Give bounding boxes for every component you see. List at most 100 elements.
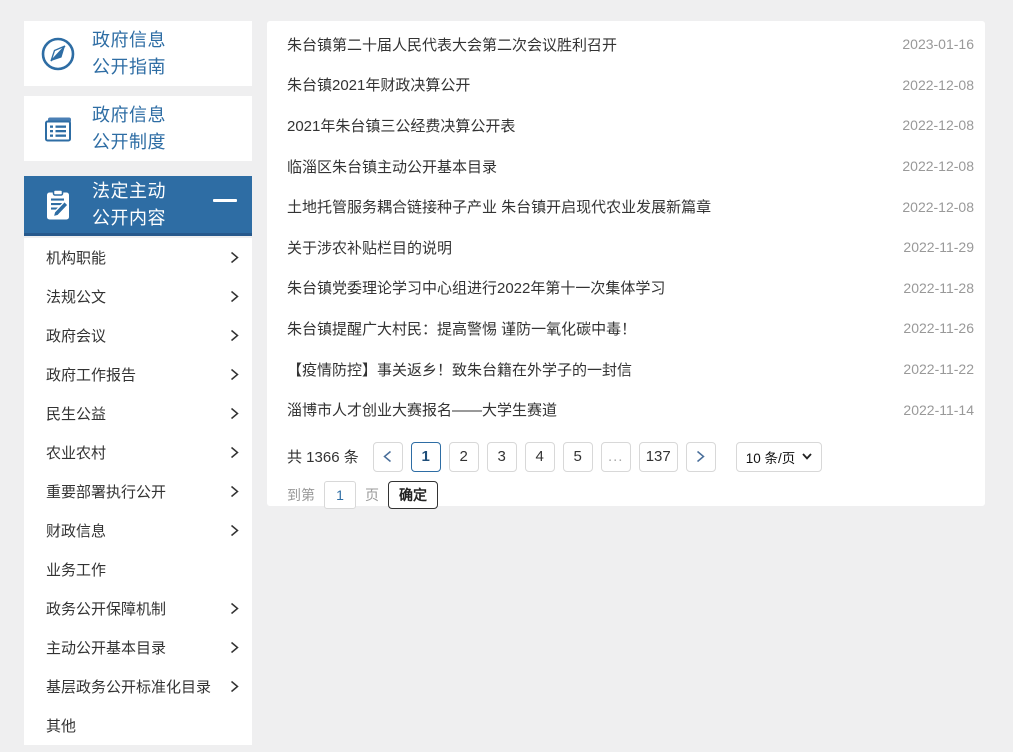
- article-title[interactable]: 临淄区朱台镇主动公开基本目录: [287, 156, 497, 177]
- chevron-right-icon: [230, 446, 239, 459]
- chevron-right-icon: [230, 680, 239, 693]
- sidebar-menu: 机构职能 法规公文 政府会议 政府工作报告 民生公益 农业农村: [24, 238, 252, 745]
- article-row[interactable]: 朱台镇2021年财政决算公开 2022-12-08: [267, 65, 985, 106]
- article-date: 2022-11-22: [903, 361, 974, 377]
- menu-item-label: 业务工作: [46, 559, 106, 580]
- sidebar-item-regulations-documents[interactable]: 法规公文: [24, 277, 252, 316]
- article-date: 2022-11-28: [903, 280, 974, 296]
- page-button-137[interactable]: 137: [639, 442, 678, 472]
- menu-item-label: 政府工作报告: [46, 364, 136, 385]
- article-date: 2023-01-16: [902, 36, 974, 52]
- article-row[interactable]: 朱台镇提醒广大村民：提高警惕 谨防一氧化碳中毒！ 2022-11-26: [267, 308, 985, 349]
- total-count: 共 1366 条: [287, 446, 359, 467]
- menu-item-label: 财政信息: [46, 520, 106, 541]
- article-row[interactable]: 2021年朱台镇三公经费决算公开表 2022-12-08: [267, 105, 985, 146]
- article-title[interactable]: 【疫情防控】事关返乡！致朱台籍在外学子的一封信: [287, 359, 632, 380]
- article-title[interactable]: 朱台镇党委理论学习中心组进行2022年第十一次集体学习: [287, 277, 665, 298]
- menu-item-label: 重要部署执行公开: [46, 481, 166, 502]
- sidebar-item-disclosure-guide[interactable]: 政府信息 公开指南: [24, 21, 252, 86]
- article-row[interactable]: 朱台镇第二十届人民代表大会第二次会议胜利召开 2023-01-16: [267, 24, 985, 65]
- chevron-down-icon: [802, 453, 812, 460]
- quick-link-label: 政府信息 公开制度: [92, 102, 166, 156]
- sidebar-item-business-work[interactable]: 业务工作: [24, 550, 252, 589]
- page-ellipsis-button[interactable]: ...: [601, 442, 631, 472]
- chevron-right-icon: [230, 290, 239, 303]
- goto-page: 到第 页 确定: [287, 481, 985, 509]
- article-date: 2022-11-26: [903, 320, 974, 336]
- chevron-right-icon: [230, 641, 239, 654]
- page-button-1[interactable]: 1: [411, 442, 441, 472]
- menu-item-label: 主动公开基本目录: [46, 637, 166, 658]
- menu-item-label: 政务公开保障机制: [46, 598, 166, 619]
- quick-link-label: 政府信息 公开指南: [92, 27, 166, 81]
- article-row[interactable]: 关于涉农补贴栏目的说明 2022-11-29: [267, 227, 985, 268]
- chevron-right-icon: [230, 524, 239, 537]
- goto-prefix-label: 到第: [287, 485, 315, 505]
- chevron-right-icon: [230, 251, 239, 264]
- menu-item-label: 其他: [46, 715, 76, 736]
- clipboard-pen-icon: [36, 183, 80, 227]
- chevron-right-icon: [230, 407, 239, 420]
- article-row[interactable]: 临淄区朱台镇主动公开基本目录 2022-12-08: [267, 146, 985, 187]
- confirm-button[interactable]: 确定: [388, 481, 438, 509]
- sidebar-item-agriculture-rural[interactable]: 农业农村: [24, 433, 252, 472]
- sidebar-item-statutory-disclosure[interactable]: 法定主动 公开内容: [24, 176, 252, 236]
- article-date: 2022-12-08: [902, 77, 974, 93]
- chevron-right-icon: [230, 602, 239, 615]
- sidebar-item-grassroots-standardized-catalog[interactable]: 基层政务公开标准化目录: [24, 667, 252, 706]
- page-button-3[interactable]: 3: [487, 442, 517, 472]
- chevron-right-icon: [230, 368, 239, 381]
- page-size-value: 10 条/页: [746, 447, 796, 467]
- quick-link-label: 法定主动 公开内容: [92, 178, 166, 232]
- sidebar-item-government-meetings[interactable]: 政府会议: [24, 316, 252, 355]
- article-date: 2022-11-29: [903, 239, 974, 255]
- menu-item-label: 法规公文: [46, 286, 106, 307]
- sidebar-item-org-functions[interactable]: 机构职能: [24, 238, 252, 277]
- chevron-right-icon: [230, 329, 239, 342]
- sidebar-item-other[interactable]: 其他: [24, 706, 252, 745]
- article-row[interactable]: 土地托管服务耦合链接种子产业 朱台镇开启现代农业发展新篇章 2022-12-08: [267, 186, 985, 227]
- page-button-2[interactable]: 2: [449, 442, 479, 472]
- article-row[interactable]: 【疫情防控】事关返乡！致朱台籍在外学子的一封信 2022-11-22: [267, 349, 985, 390]
- sidebar-item-proactive-disclosure-catalog[interactable]: 主动公开基本目录: [24, 628, 252, 667]
- next-page-button[interactable]: [686, 442, 716, 472]
- chevron-left-icon: [383, 450, 392, 463]
- collapse-minus-icon[interactable]: [213, 199, 237, 202]
- article-row[interactable]: 淄博市人才创业大赛报名——大学生赛道 2022-11-14: [267, 389, 985, 430]
- page-button-5[interactable]: 5: [563, 442, 593, 472]
- ledger-icon: [36, 107, 80, 151]
- article-title[interactable]: 2021年朱台镇三公经费决算公开表: [287, 115, 515, 136]
- page-size-select[interactable]: 10 条/页: [736, 442, 823, 472]
- sidebar-item-fiscal-information[interactable]: 财政信息: [24, 511, 252, 550]
- sidebar: 政府信息 公开指南 政府信息 公开制度: [24, 21, 252, 745]
- menu-item-label: 民生公益: [46, 403, 106, 424]
- article-title[interactable]: 土地托管服务耦合链接种子产业 朱台镇开启现代农业发展新篇章: [287, 196, 711, 217]
- article-title[interactable]: 朱台镇2021年财政决算公开: [287, 74, 470, 95]
- menu-item-label: 政府会议: [46, 325, 106, 346]
- menu-item-label: 基层政务公开标准化目录: [46, 676, 211, 697]
- article-title[interactable]: 淄博市人才创业大赛报名——大学生赛道: [287, 399, 557, 420]
- goto-page-input[interactable]: [324, 481, 356, 509]
- article-title[interactable]: 朱台镇提醒广大村民：提高警惕 谨防一氧化碳中毒！: [287, 318, 636, 339]
- sidebar-item-disclosure-guarantee-mechanism[interactable]: 政务公开保障机制: [24, 589, 252, 628]
- sidebar-item-key-deployment-disclosure[interactable]: 重要部署执行公开: [24, 472, 252, 511]
- sidebar-item-livelihood-welfare[interactable]: 民生公益: [24, 394, 252, 433]
- article-date: 2022-11-14: [903, 402, 974, 418]
- page: 政府信息 公开指南 政府信息 公开制度: [0, 0, 1013, 752]
- article-list: 朱台镇第二十届人民代表大会第二次会议胜利召开 2023-01-16 朱台镇202…: [267, 24, 985, 430]
- prev-page-button[interactable]: [373, 442, 403, 472]
- compass-icon: [36, 32, 80, 76]
- article-date: 2022-12-08: [902, 158, 974, 174]
- sidebar-item-government-work-report[interactable]: 政府工作报告: [24, 355, 252, 394]
- article-list-panel: 朱台镇第二十届人民代表大会第二次会议胜利召开 2023-01-16 朱台镇202…: [267, 21, 985, 506]
- article-title[interactable]: 关于涉农补贴栏目的说明: [287, 237, 452, 258]
- page-button-4[interactable]: 4: [525, 442, 555, 472]
- chevron-right-icon: [230, 485, 239, 498]
- article-date: 2022-12-08: [902, 117, 974, 133]
- menu-item-label: 机构职能: [46, 247, 106, 268]
- article-row[interactable]: 朱台镇党委理论学习中心组进行2022年第十一次集体学习 2022-11-28: [267, 268, 985, 309]
- sidebar-item-disclosure-system[interactable]: 政府信息 公开制度: [24, 96, 252, 161]
- goto-suffix-label: 页: [365, 485, 379, 505]
- article-title[interactable]: 朱台镇第二十届人民代表大会第二次会议胜利召开: [287, 34, 617, 55]
- article-date: 2022-12-08: [902, 199, 974, 215]
